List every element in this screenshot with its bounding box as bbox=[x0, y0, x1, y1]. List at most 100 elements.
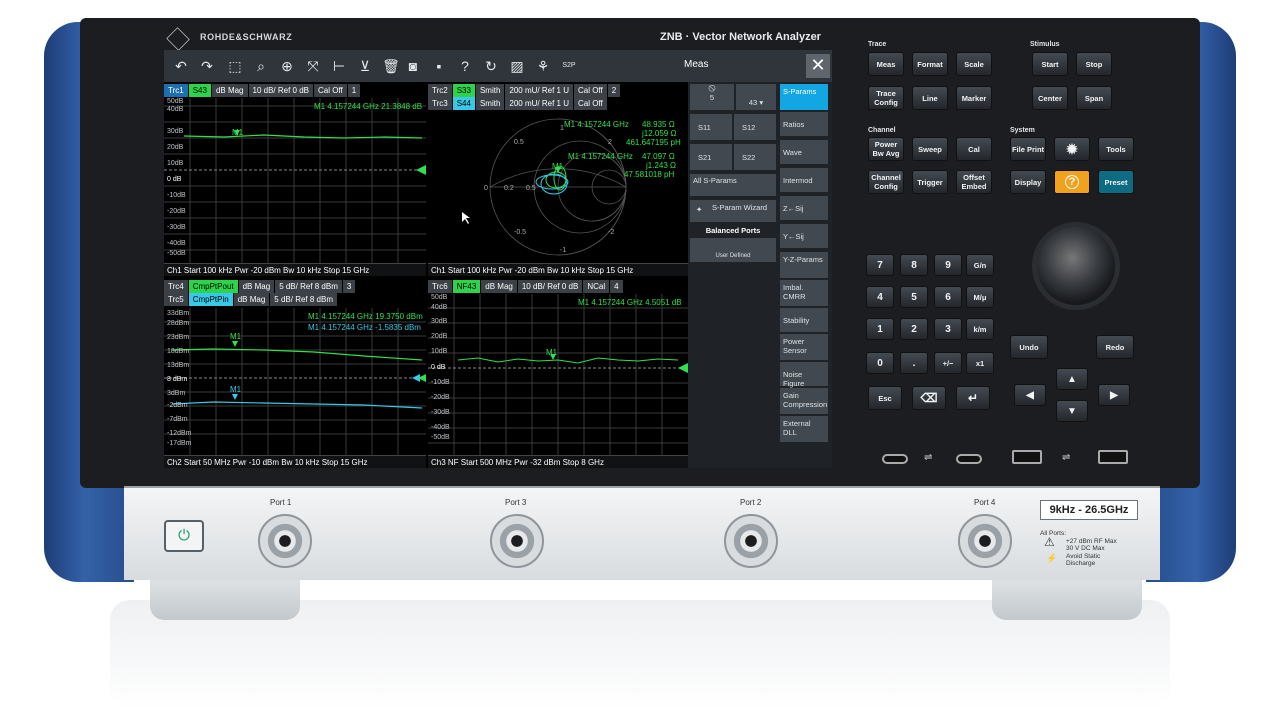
help-key[interactable]: ? bbox=[1054, 170, 1090, 194]
trace-cal[interactable]: NCal bbox=[583, 280, 610, 293]
esc-key[interactable]: Esc bbox=[868, 386, 902, 410]
format-key[interactable]: Format bbox=[912, 52, 948, 76]
meas-key[interactable]: Meas bbox=[868, 52, 904, 76]
key-2[interactable]: 2 bbox=[900, 318, 928, 340]
trace-format[interactable]: Smith bbox=[475, 97, 505, 110]
span-key[interactable]: Span bbox=[1076, 86, 1112, 110]
display-key[interactable]: Display bbox=[1010, 170, 1046, 194]
sparam-wizard-button[interactable]: S-Param Wizard ✦ bbox=[690, 200, 776, 222]
sweep-key[interactable]: Sweep bbox=[912, 137, 948, 161]
window-icon[interactable]: ▪ bbox=[430, 56, 448, 76]
trace-format[interactable]: dB Mag bbox=[211, 84, 248, 97]
add-trace-filter-icon[interactable]: ⊻ bbox=[356, 56, 374, 76]
stop-key[interactable]: Stop bbox=[1076, 52, 1112, 76]
diagram-pane-3[interactable]: Trc4 CmpPtPout dB Mag 5 dB/ Ref 8 dBm 3 Trc5… bbox=[164, 280, 426, 468]
softkey-y-z-params[interactable]: Y-Z-Params bbox=[780, 252, 828, 278]
softkey-ratios[interactable]: Ratios bbox=[780, 112, 828, 136]
key-8[interactable]: 8 bbox=[900, 254, 928, 276]
port-1-connector[interactable] bbox=[258, 514, 312, 568]
s22-button[interactable]: S22 bbox=[734, 144, 776, 170]
trace-scale[interactable]: 5 dB/ Ref 8 dBm bbox=[275, 280, 342, 293]
s21-button[interactable]: S21 bbox=[690, 144, 732, 170]
preset-key[interactable]: Preset bbox=[1098, 170, 1134, 194]
key-7[interactable]: 7 bbox=[866, 254, 894, 276]
softkey-power-sensor[interactable]: Power Sensor bbox=[780, 334, 828, 360]
key-k-m[interactable]: k/m bbox=[966, 318, 994, 340]
key-3[interactable]: 3 bbox=[934, 318, 962, 340]
trace-param[interactable]: CmpPtPin bbox=[188, 293, 233, 306]
cal-key[interactable]: Cal bbox=[956, 137, 992, 161]
softkey-wave[interactable]: Wave bbox=[780, 140, 828, 164]
trace-param[interactable]: S43 bbox=[188, 84, 211, 97]
trace-name[interactable]: Trc4 bbox=[164, 280, 188, 293]
softkey-y-sij[interactable]: Y←Sij bbox=[780, 224, 828, 248]
softkey-z-sij[interactable]: Z←Sij bbox=[780, 196, 828, 220]
balanced-ports-button[interactable]: User Defined bbox=[690, 238, 776, 262]
backspace-key[interactable]: ⌫ bbox=[912, 386, 946, 410]
zoom-rect-icon[interactable]: ⬚ bbox=[226, 56, 244, 76]
trace-scale[interactable]: 200 mU/ Ref 1 U bbox=[505, 97, 573, 110]
num-field-2[interactable]: 43 ▾ bbox=[736, 84, 776, 110]
channel-footer[interactable]: Ch2 Start 50 MHz Pwr -10 dBm Bw 10 kHz S… bbox=[164, 455, 426, 468]
marker-zoom-icon[interactable]: ⊕ bbox=[278, 56, 296, 76]
camera-icon[interactable]: ◙ bbox=[404, 56, 422, 76]
key-g-n[interactable]: G/n bbox=[966, 254, 994, 276]
softkey-intermod[interactable]: Intermod bbox=[780, 168, 828, 192]
key-4[interactable]: 4 bbox=[866, 286, 894, 308]
trace-format[interactable]: Smith bbox=[475, 84, 505, 97]
diagram-pane-2[interactable]: Trc2 S33 Smith 200 mU/ Ref 1 U Cal Off 2 Trc3… bbox=[428, 84, 688, 276]
channel-footer[interactable]: Ch1 Start 100 kHz Pwr -20 dBm Bw 10 kHz … bbox=[164, 263, 426, 276]
tools-key[interactable]: Tools bbox=[1098, 137, 1134, 161]
diagram-pane-4[interactable]: Trc6 NF43 dB Mag 10 dB/ Ref 0 dB NCal 4 50dB … bbox=[428, 280, 688, 468]
arrow-right-key[interactable]: ▶ bbox=[1098, 384, 1130, 406]
file-print-key[interactable]: File Print bbox=[1010, 137, 1046, 161]
trace-cal[interactable]: Cal Off bbox=[573, 84, 607, 97]
marker-key[interactable]: Marker bbox=[956, 86, 992, 110]
arrow-down-key[interactable]: ▼ bbox=[1056, 400, 1088, 422]
refresh-icon[interactable]: ↻ bbox=[482, 56, 500, 76]
trace-format[interactable]: dB Mag bbox=[238, 280, 275, 293]
softkey-external-dll[interactable]: External DLL bbox=[780, 416, 828, 442]
fullscreen-icon[interactable]: ⤧ bbox=[304, 56, 322, 76]
trace-param[interactable]: NF43 bbox=[452, 280, 481, 293]
key-0[interactable]: 0 bbox=[866, 352, 894, 374]
key-x1[interactable]: x1 bbox=[966, 352, 994, 374]
num-field-1[interactable]: ⦸ 5 bbox=[690, 83, 734, 110]
trace-scale[interactable]: 10 dB/ Ref 0 dB bbox=[248, 84, 313, 97]
arrow-left-key[interactable]: ◀ bbox=[1014, 384, 1046, 406]
undo-key[interactable]: Undo bbox=[1010, 335, 1048, 359]
port-2-connector[interactable] bbox=[724, 514, 778, 568]
key-6[interactable]: 6 bbox=[934, 286, 962, 308]
key-9[interactable]: 9 bbox=[934, 254, 962, 276]
port-3-connector[interactable] bbox=[490, 514, 544, 568]
key-sign[interactable]: +/− bbox=[934, 352, 962, 374]
channel-number[interactable]: 4 bbox=[610, 280, 623, 293]
power-bw-avg-key[interactable]: Power Bw Avg bbox=[868, 137, 904, 161]
settings-key[interactable]: ✹ bbox=[1054, 137, 1090, 161]
key-m-u[interactable]: M/μ bbox=[966, 286, 994, 308]
line-key[interactable]: Line bbox=[912, 86, 948, 110]
channel-config-key[interactable]: Channel Config bbox=[868, 170, 904, 194]
port-4-connector[interactable] bbox=[958, 514, 1012, 568]
undo-icon[interactable]: ↶ bbox=[172, 56, 190, 76]
channel-number[interactable]: 2 bbox=[607, 84, 621, 97]
power-button[interactable]: ⏻ bbox=[164, 520, 204, 552]
touchscreen[interactable]: ↶ ↷ ⬚ ⌕ ⊕ ⤧ ⊢ ⊻ 🗑 ◙ ▪ ? ↻ ▨ ⚘ S2P Meas ✕… bbox=[164, 50, 832, 468]
s12-button[interactable]: S12 bbox=[734, 114, 776, 140]
trace-name[interactable]: Trc1 bbox=[164, 84, 188, 97]
trace-format[interactable]: dB Mag bbox=[233, 293, 270, 306]
hatch-icon[interactable]: ▨ bbox=[508, 56, 526, 76]
trace-scale[interactable]: 200 mU/ Ref 1 U bbox=[505, 84, 573, 97]
trace-format[interactable]: dB Mag bbox=[481, 280, 517, 293]
close-button[interactable]: ✕ bbox=[806, 54, 830, 78]
offset-embed-key[interactable]: Offset Embed bbox=[956, 170, 992, 194]
trace-param[interactable]: S33 bbox=[452, 84, 475, 97]
key-1[interactable]: 1 bbox=[866, 318, 894, 340]
s2p-icon[interactable]: S2P bbox=[560, 56, 578, 76]
softkey-gain-compression[interactable]: Gain Compression bbox=[780, 388, 828, 414]
trace-name[interactable]: Trc2 bbox=[428, 84, 452, 97]
redo-icon[interactable]: ↷ bbox=[198, 56, 216, 76]
zoom-icon[interactable]: ⌕ bbox=[252, 56, 270, 76]
s11-button[interactable]: S11 bbox=[690, 114, 732, 140]
scale-key[interactable]: Scale bbox=[956, 52, 992, 76]
